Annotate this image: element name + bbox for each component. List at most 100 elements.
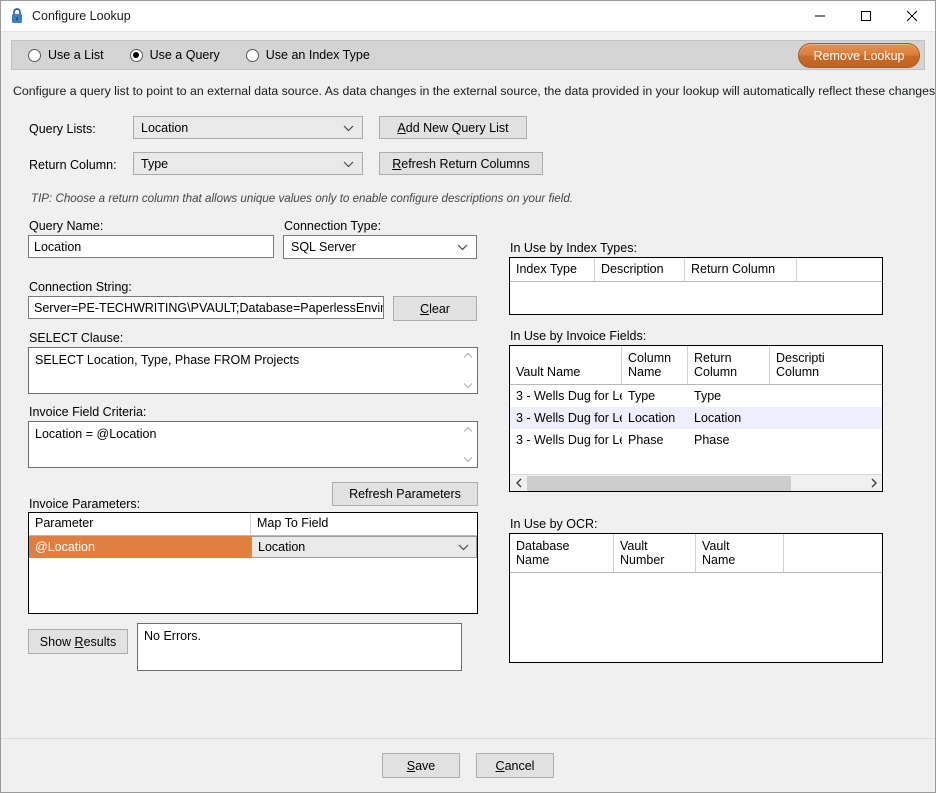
clear-label: Clear — [420, 302, 450, 316]
col-description-column: Descripti Column — [776, 350, 825, 380]
in-use-index-types-label: In Use by Index Types: — [510, 241, 637, 255]
cell-column-name: Type — [628, 389, 656, 403]
mode-bar-wrapper: Use a List Use a Query Use an Index Type… — [1, 32, 935, 70]
maximize-button[interactable] — [843, 1, 889, 32]
cell-vault-name: 3 - Wells Dug for Less — [516, 411, 622, 425]
window-title: Configure Lookup — [32, 9, 131, 23]
mode-bar: Use a List Use a Query Use an Index Type… — [11, 40, 925, 70]
save-rest: ave — [415, 758, 436, 773]
map-to-field-dropdown[interactable]: Location — [251, 536, 477, 558]
clear-button[interactable]: Clear — [393, 296, 477, 321]
col-parameter: Parameter — [29, 513, 251, 535]
accel-r: R — [74, 634, 84, 649]
invoice-field-criteria-textarea[interactable]: Location = @Location — [28, 421, 478, 468]
cancel-label: Cancel — [496, 759, 535, 773]
connection-type-dropdown[interactable]: SQL Server — [283, 235, 477, 259]
col-database-name: Database Name — [510, 534, 614, 572]
invoice-fields-grid[interactable]: Vault Name Column Name Return Column Des… — [509, 345, 883, 492]
index-types-grid[interactable]: Index Type Description Return Column — [509, 257, 883, 315]
select-clause-textarea[interactable]: SELECT Location, Type, Phase FROM Projec… — [28, 347, 478, 394]
show-results-label: Show Results — [39, 634, 117, 649]
cell-return-column: Phase — [694, 433, 730, 447]
table-row[interactable]: 3 - Wells Dug for Less Type Type — [510, 385, 882, 407]
remove-lookup-button[interactable]: Remove Lookup — [798, 43, 920, 68]
col-blank — [784, 534, 882, 572]
cell-column-name: Phase — [628, 433, 664, 447]
col-index-type: Index Type — [510, 258, 595, 281]
radio-use-an-index-type[interactable]: Use an Index Type — [245, 48, 370, 62]
chevron-down-icon — [458, 544, 469, 551]
clear-rest: lear — [429, 301, 450, 316]
invoice-field-criteria-label: Invoice Field Criteria: — [29, 405, 147, 419]
ocr-grid[interactable]: Database Name Vault Number Vault Name — [509, 533, 883, 663]
configure-lookup-window: Configure Lookup Use a List Use a Query … — [0, 0, 936, 793]
cell-vault-name: 3 - Wells Dug for Less — [516, 433, 622, 447]
connection-type-value: SQL Server — [291, 240, 356, 254]
main-content: Query Lists: Location Add New Query List… — [1, 98, 935, 792]
in-use-ocr-label: In Use by OCR: — [510, 517, 598, 531]
cell-map-to-field[interactable]: Location — [251, 536, 477, 558]
radio-use-a-list[interactable]: Use a List — [28, 48, 104, 62]
index-types-header: Index Type Description Return Column — [510, 258, 882, 282]
save-button[interactable]: Save — [382, 753, 460, 778]
invoice-fields-hscrollbar[interactable] — [510, 474, 882, 491]
connection-string-label: Connection String: — [29, 280, 132, 294]
connection-string-value: Server=PE-TECHWRITING\PVAULT;Database=Pa… — [34, 300, 384, 315]
chevron-up-icon — [463, 426, 472, 432]
select-clause-scroll[interactable] — [460, 348, 475, 393]
accel-c: C — [495, 758, 505, 773]
col-blank — [797, 258, 882, 281]
refresh-parameters-button[interactable]: Refresh Parameters — [332, 482, 478, 506]
select-clause-value: SELECT Location, Type, Phase FROM Projec… — [35, 353, 300, 367]
lock-icon — [10, 8, 24, 24]
cell-return-column: Type — [694, 389, 722, 403]
radio-use-a-list-label: Use a List — [48, 48, 104, 62]
invoice-fields-header: Vault Name Column Name Return Column Des… — [510, 346, 882, 385]
cancel-button[interactable]: Cancel — [476, 753, 554, 778]
table-row[interactable]: 3 - Wells Dug for Less Location Location — [510, 407, 882, 429]
cancel-rest: ancel — [504, 758, 535, 773]
scroll-right-icon[interactable] — [865, 475, 882, 492]
show-results-button[interactable]: Show Results — [28, 629, 128, 654]
radio-selected-icon — [129, 48, 143, 62]
table-row[interactable]: 3 - Wells Dug for Less Phase Phase — [510, 429, 882, 451]
minimize-button[interactable] — [797, 1, 843, 32]
cell-parameter: @Location — [35, 540, 95, 554]
query-name-input[interactable]: Location — [28, 235, 274, 258]
hscroll-thumb[interactable] — [527, 475, 791, 491]
criteria-scroll[interactable] — [460, 422, 475, 467]
close-button[interactable] — [889, 1, 935, 32]
invoice-field-criteria-value: Location = @Location — [35, 427, 157, 441]
invoice-parameters-label: Invoice Parameters: — [29, 497, 141, 511]
radio-circle-icon — [28, 48, 41, 62]
hscroll-track[interactable] — [527, 475, 865, 492]
right-column: In Use by Index Types: Index Type Descri… — [501, 98, 936, 792]
query-name-label: Query Name: — [29, 219, 104, 233]
query-name-value: Location — [34, 239, 82, 254]
chevron-down-icon — [463, 383, 472, 389]
results-textarea[interactable]: No Errors. — [137, 623, 462, 671]
select-clause-label: SELECT Clause: — [29, 331, 124, 345]
cell-column-name: Location — [628, 411, 676, 425]
chevron-down-icon — [457, 244, 468, 251]
save-label: Save — [407, 759, 436, 773]
table-row[interactable]: @Location Location — [29, 536, 477, 558]
left-column: Query Name: Location Connection Type: SQ… — [1, 98, 501, 792]
chevron-up-icon — [463, 352, 472, 358]
chevron-down-icon — [463, 457, 472, 463]
accel-c: C — [420, 301, 430, 316]
invoice-parameters-grid[interactable]: Parameter Map To Field @Location Locatio… — [28, 512, 478, 614]
footer-bar: Save Cancel — [1, 738, 935, 792]
radio-use-a-query[interactable]: Use a Query — [129, 48, 220, 62]
radio-circle-icon — [245, 48, 259, 62]
col-column-name: Column Name — [622, 346, 688, 384]
invoice-parameters-header: Parameter Map To Field — [29, 513, 477, 536]
col-description: Description — [595, 258, 685, 281]
scroll-left-icon[interactable] — [510, 475, 527, 492]
ocr-header: Database Name Vault Number Vault Name — [510, 534, 882, 573]
accel-s: S — [406, 758, 416, 773]
description-text: Configure a query list to point to an ex… — [13, 84, 936, 98]
col-vault-number: Vault Number — [614, 534, 696, 572]
connection-string-input[interactable]: Server=PE-TECHWRITING\PVAULT;Database=Pa… — [28, 296, 384, 319]
in-use-invoice-fields-label: In Use by Invoice Fields: — [510, 329, 647, 343]
